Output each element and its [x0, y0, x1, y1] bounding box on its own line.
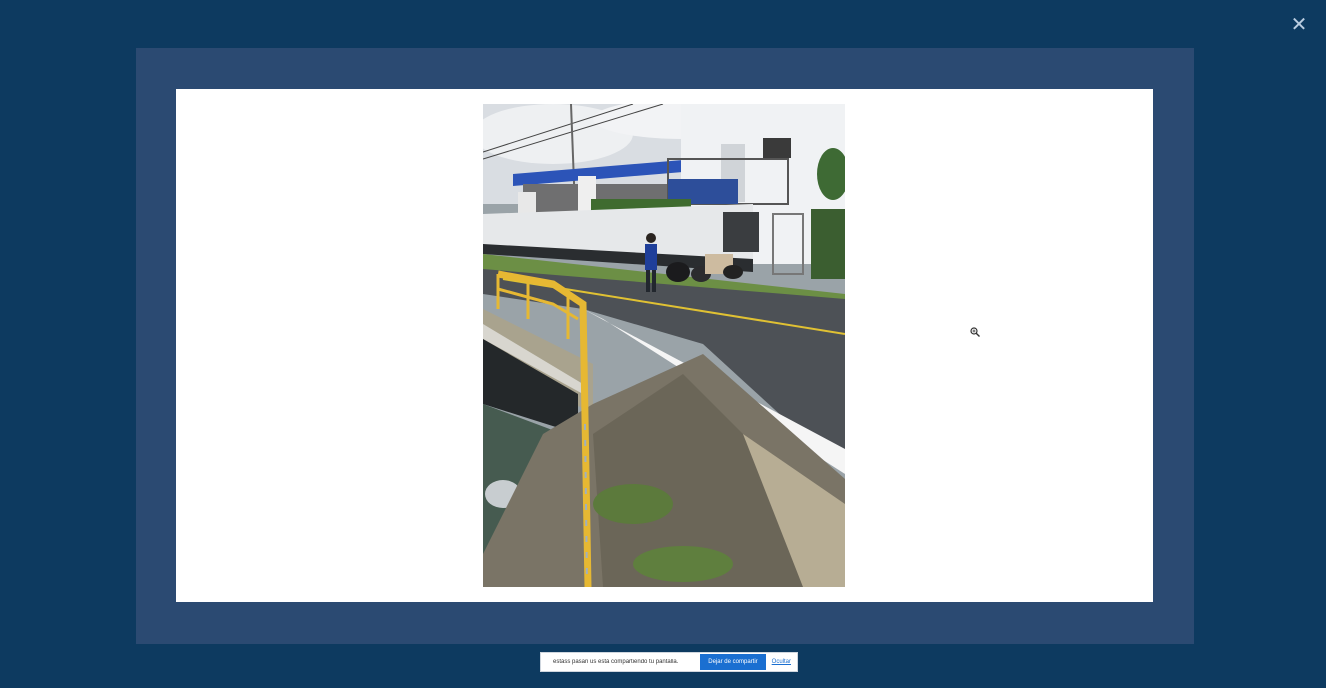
close-icon[interactable]: ✕	[1288, 14, 1310, 36]
zoom-in-icon	[970, 327, 980, 337]
hide-link[interactable]: Ocultar	[772, 659, 791, 665]
screen-share-notification: estáss pasan us está compartiendo tu pan…	[540, 652, 798, 672]
image-viewer-overlay: ✕ estáss pasan us está compartiendo tu p…	[0, 0, 1326, 688]
image-frame	[136, 48, 1194, 644]
share-message: estáss pasan us está compartiendo tu pan…	[553, 659, 679, 665]
image-canvas	[176, 89, 1153, 602]
stop-sharing-button[interactable]: Dejar de compartir	[700, 654, 766, 670]
photo-image[interactable]	[483, 104, 845, 587]
